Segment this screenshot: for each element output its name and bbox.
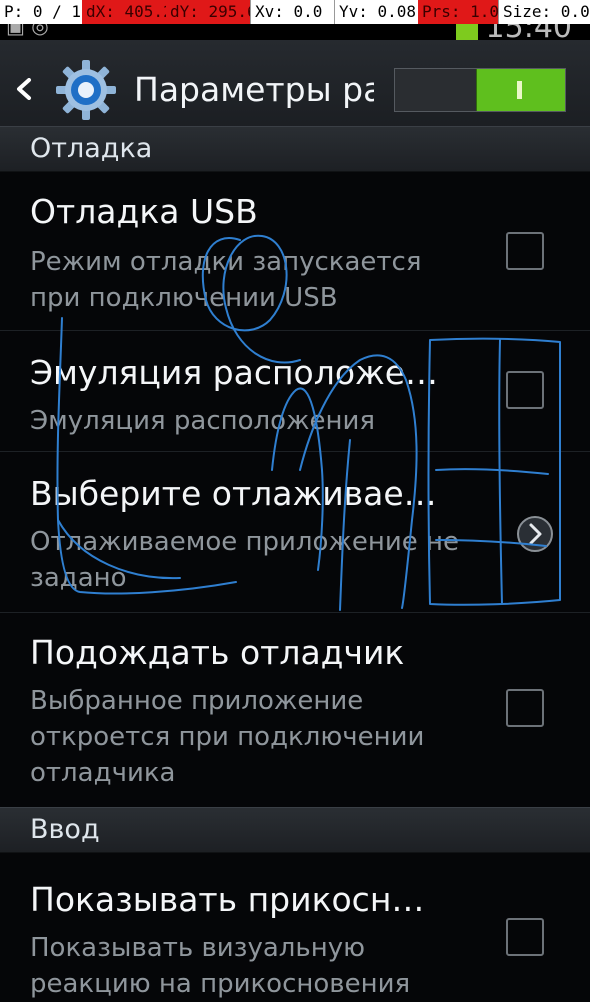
battery-icon [456, 24, 478, 40]
wait-for-debugger-checkbox[interactable] [506, 689, 544, 727]
setting-usb-debugging[interactable]: Отладка USB Режим отладки запускается пр… [0, 170, 590, 330]
status-bar: ▣ ◎ 15:40 [0, 24, 590, 40]
setting-wait-for-debugger[interactable]: Подождать отладчик Выбранное приложение … [0, 613, 590, 803]
chevron-right-icon[interactable] [515, 514, 555, 554]
usb-debugging-checkbox[interactable] [506, 232, 544, 270]
action-bar: Параметры ра [0, 40, 590, 139]
setting-title: Показывать прикосн… [30, 880, 425, 919]
setting-subtitle: Выбранное приложение откроется при подкл… [30, 686, 425, 788]
pointer-size: Size: 0.0 [498, 0, 590, 24]
setting-title: Эмуляция расположе… [30, 353, 439, 392]
page-title: Параметры ра [134, 70, 374, 109]
section-title: Ввод [30, 814, 100, 845]
pointer-xv: Xv: 0.0 [250, 0, 334, 24]
notification-icon: ▣ ◎ [6, 24, 49, 38]
mock-location-checkbox[interactable] [506, 371, 544, 409]
setting-subtitle: Режим отладки запускается при подключени… [30, 247, 422, 313]
pointer-pressure: Prs: 1.0 [418, 0, 498, 24]
pointer-yv: Yv: 0.081 [334, 0, 418, 24]
section-header-input: Ввод [0, 807, 590, 853]
gear-icon[interactable] [54, 58, 118, 122]
back-chevron-icon[interactable] [14, 78, 36, 100]
show-touches-checkbox[interactable] [506, 918, 544, 956]
setting-subtitle: Показывать визуальную реакцию на прикосн… [30, 933, 411, 999]
setting-subtitle: Отлаживаемое приложение не задано [30, 527, 460, 593]
toggle-on-thumb [476, 69, 565, 111]
section-header-debug: Отладка [0, 126, 590, 172]
setting-mock-location[interactable]: Эмуляция расположе… Эмуляция расположени… [0, 331, 590, 451]
setting-title: Выберите отлаживае… [30, 474, 437, 513]
toggle-on-indicator [517, 81, 522, 99]
pointer-location-overlay: P: 0 / 1 dX: 405.2 dY: 295.6 Xv: 0.0 Yv:… [0, 0, 590, 24]
setting-title: Отладка USB [30, 192, 258, 231]
developer-options-toggle[interactable] [394, 68, 566, 112]
pointer-dy: dY: 295.6 [166, 0, 250, 24]
section-title: Отладка [30, 133, 153, 164]
setting-select-debug-app[interactable]: Выберите отлаживае… Отлаживаемое приложе… [0, 452, 590, 612]
pointer-count: P: 0 / 1 [4, 2, 82, 21]
setting-subtitle: Эмуляция расположения [30, 406, 376, 436]
setting-title: Подождать отладчик [30, 633, 405, 672]
status-time: 15:40 [486, 24, 572, 40]
pointer-dx: dX: 405.2 [82, 0, 166, 24]
setting-show-touches[interactable]: Показывать прикосн… Показывать визуальну… [0, 852, 590, 999]
